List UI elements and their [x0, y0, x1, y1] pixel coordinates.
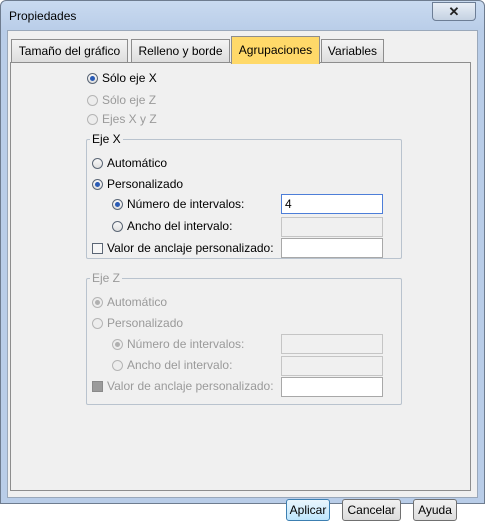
dialog-body: Tamaño del gráfico Relleno y borde Agrup…: [7, 30, 478, 521]
tab-chart-size[interactable]: Tamaño del gráfico: [11, 39, 128, 63]
x-anchor-input[interactable]: [281, 238, 383, 258]
groupings-panel: Sólo eje X Sólo eje Z Ejes X y Z Eje X A…: [10, 62, 471, 521]
cancel-button[interactable]: Cancelar: [342, 499, 401, 521]
x-custom-label[interactable]: Personalizado: [107, 177, 183, 191]
tab-groupings[interactable]: Agrupaciones: [231, 36, 320, 64]
window-title: Propiedades: [9, 9, 77, 23]
z-anchor-label[interactable]: Valor de anclaje personalizado:: [107, 379, 274, 393]
close-icon: ✕: [448, 4, 460, 19]
help-button[interactable]: Ayuda: [413, 499, 457, 521]
z-custom-label[interactable]: Personalizado: [107, 316, 183, 330]
z-num-intervals-label[interactable]: Número de intervalos:: [127, 337, 244, 351]
x-only-label[interactable]: Sólo eje X: [102, 71, 157, 85]
z-custom-radio[interactable]: [92, 318, 103, 329]
x-interval-width-label[interactable]: Ancho del intervalo:: [127, 219, 232, 233]
z-automatic-label[interactable]: Automático: [107, 295, 167, 309]
x-num-intervals-input[interactable]: 4: [281, 194, 383, 214]
tab-fill-border[interactable]: Relleno y borde: [131, 39, 230, 63]
z-automatic-radio[interactable]: [92, 297, 103, 308]
x-interval-width-radio[interactable]: [112, 221, 123, 232]
x-and-z-radio[interactable]: [87, 114, 98, 125]
z-axis-legend: Eje Z: [90, 271, 123, 285]
z-num-intervals-input[interactable]: [281, 334, 383, 354]
z-num-intervals-radio[interactable]: [112, 339, 123, 350]
tab-variables[interactable]: Variables: [321, 39, 384, 63]
z-interval-width-label[interactable]: Ancho del intervalo:: [127, 358, 232, 372]
z-interval-width-input[interactable]: [281, 356, 383, 376]
x-and-z-label[interactable]: Ejes X y Z: [102, 112, 157, 126]
x-anchor-label[interactable]: Valor de anclaje personalizado:: [107, 241, 274, 255]
x-only-radio[interactable]: [87, 73, 98, 84]
x-automatic-label[interactable]: Automático: [107, 156, 167, 170]
x-interval-width-input[interactable]: [281, 217, 383, 237]
x-num-intervals-radio[interactable]: [112, 199, 123, 210]
apply-button[interactable]: Aplicar: [286, 499, 330, 521]
x-axis-legend: Eje X: [90, 132, 123, 146]
z-anchor-input[interactable]: [281, 377, 383, 397]
properties-dialog: Propiedades ✕ Tamaño del gráfico Relleno…: [0, 0, 485, 521]
x-automatic-radio[interactable]: [92, 158, 103, 169]
z-only-radio[interactable]: [87, 95, 98, 106]
close-button[interactable]: ✕: [432, 2, 476, 21]
z-only-label[interactable]: Sólo eje Z: [102, 93, 156, 107]
title-bar: Propiedades ✕: [1, 1, 484, 29]
x-custom-radio[interactable]: [92, 179, 103, 190]
x-anchor-checkbox[interactable]: [92, 243, 103, 254]
z-anchor-checkbox[interactable]: [92, 381, 103, 392]
z-interval-width-radio[interactable]: [112, 360, 123, 371]
x-num-intervals-label[interactable]: Número de intervalos:: [127, 197, 244, 211]
